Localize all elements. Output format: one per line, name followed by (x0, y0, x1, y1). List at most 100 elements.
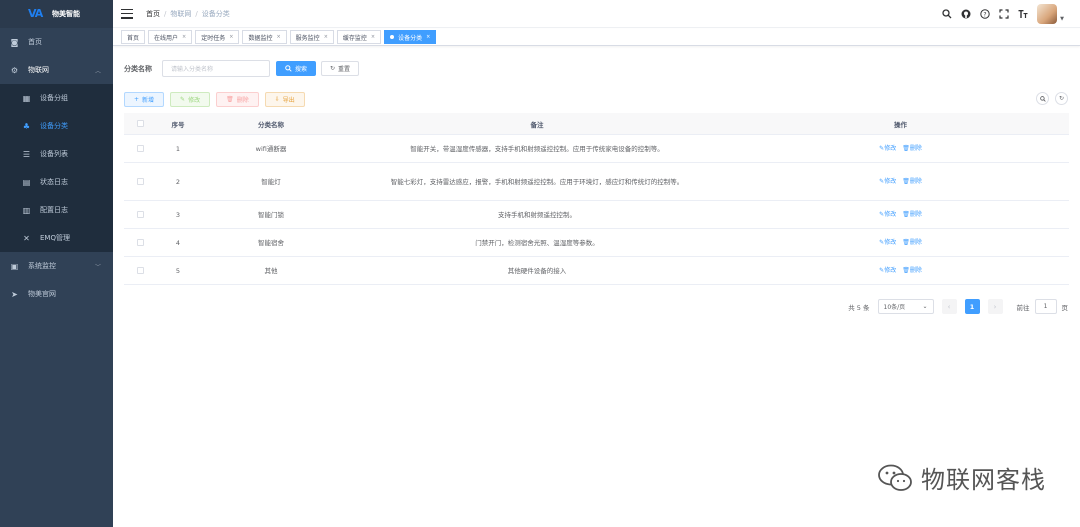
row-edit-label: 修改 (884, 210, 897, 218)
sidebar-item-emq[interactable]: ✕ EMQ管理 (0, 224, 113, 252)
sidebar-item-label: 配置日志 (40, 206, 68, 214)
search-form: 分类名称 请输入分类名称 搜索 ↻ 重置 (124, 60, 360, 77)
tag-service-monitor[interactable]: 服务监控 × (289, 30, 334, 44)
next-page-button[interactable]: › (987, 299, 1003, 314)
tag-cache-monitor[interactable]: 缓存监控 × (336, 30, 382, 44)
table-row: 2 智能灯 智能七彩灯，支持雷达感应，报警，手机和射频遥控控制。应用于环境灯，感… (124, 163, 1069, 201)
row-checkbox-cell (124, 145, 156, 152)
row-checkbox[interactable] (136, 178, 144, 185)
hamburger-menu-icon[interactable] (121, 8, 133, 19)
sidebar-item-label: 系统监控 (28, 262, 56, 270)
row-delete-button[interactable]: 🗑删除 (902, 176, 922, 188)
refresh-button[interactable]: ↻ (1055, 92, 1068, 105)
select-all-checkbox[interactable] (136, 120, 144, 127)
search-icon (285, 65, 292, 72)
page-jump-suffix: 页 (1061, 303, 1069, 312)
page-jump-input[interactable]: 1 (1034, 299, 1057, 314)
breadcrumb-separator: / (195, 9, 198, 18)
main-content: 分类名称 请输入分类名称 搜索 ↻ 重置 + 新增 ✎ 修改 🗑 删除 ⇩ 导出 (113, 47, 1080, 527)
sidebar-item-config-log[interactable]: ▥ 配置日志 (0, 196, 113, 224)
page-number-current[interactable]: 1 (964, 299, 980, 314)
dashboard-icon: ◙ (10, 37, 19, 47)
close-icon[interactable]: × (229, 34, 233, 40)
row-delete-button[interactable]: 🗑删除 (902, 143, 922, 155)
row-edit-button[interactable]: ✎修改 (879, 143, 896, 155)
cell-no: 5 (175, 266, 181, 275)
close-icon[interactable]: × (276, 34, 280, 40)
cell-ops: ✎修改 🗑删除 (732, 176, 1069, 188)
logo[interactable]: VA 物美智能 (0, 0, 113, 28)
close-icon[interactable]: × (371, 34, 375, 40)
search-icon[interactable] (942, 9, 952, 19)
cell-ops: ✎修改 🗑删除 (732, 143, 1069, 155)
row-checkbox-cell (124, 211, 156, 218)
select-all-checkbox-cell (124, 120, 156, 127)
row-delete-button[interactable]: 🗑删除 (902, 209, 922, 221)
close-icon[interactable]: × (426, 34, 430, 40)
search-icon (1039, 95, 1046, 102)
edit-button[interactable]: ✎ 修改 (170, 92, 211, 107)
sidebar-item-iot[interactable]: ⚙ 物联网 ︿ (0, 56, 113, 84)
sidebar-item-device-category[interactable]: ♣ 设备分类 (0, 112, 113, 140)
navbar-tools: ? ▼ (942, 0, 1064, 28)
fullscreen-icon[interactable] (999, 9, 1009, 19)
row-checkbox[interactable] (136, 267, 144, 274)
sidebar-item-device-list[interactable]: ☰ 设备列表 (0, 140, 113, 168)
add-button[interactable]: + 新增 (124, 92, 165, 107)
help-icon[interactable]: ? (980, 9, 990, 19)
wechat-logo-icon (878, 464, 912, 491)
delete-button-label: 删除 (236, 97, 249, 104)
tag-data-monitor[interactable]: 数据监控 × (242, 30, 287, 44)
cell-ops: ✎修改 🗑删除 (732, 265, 1069, 277)
row-checkbox[interactable] (136, 239, 144, 246)
tag-online-users[interactable]: 在线用户 × (148, 30, 193, 44)
tag-label: 在线用户 (154, 34, 179, 42)
page-size-select[interactable]: 10条/页 ⌄ (877, 299, 934, 314)
close-icon[interactable]: × (324, 34, 328, 40)
sidebar-item-monitor[interactable]: ▣ 系统监控 ﹀ (0, 252, 113, 280)
toggle-search-button[interactable] (1036, 92, 1049, 105)
sidebar-item-label: 设备分类 (40, 122, 68, 130)
export-button[interactable]: ⇩ 导出 (264, 92, 305, 107)
font-size-icon[interactable] (1018, 9, 1028, 19)
tag-home[interactable]: 首页 (121, 30, 146, 44)
avatar[interactable] (1037, 4, 1058, 24)
prev-page-button[interactable]: ‹ (941, 299, 957, 314)
sidebar-item-website[interactable]: ➤ 物美官网 (0, 280, 113, 308)
pagination: 共 5 条 10条/页 ⌄ ‹ 1 › 前往 1 页 (848, 299, 1068, 314)
breadcrumb-item[interactable]: 首页 (146, 9, 160, 19)
page-jump: 前往 1 页 (1017, 299, 1069, 314)
table-row: 3 智能门锁 支持手机和射频遥控控制。 ✎修改 🗑删除 (124, 201, 1069, 229)
reset-button-label: 重置 (338, 66, 351, 73)
chevron-up-icon: ︿ (94, 67, 101, 75)
close-icon[interactable]: × (182, 34, 186, 40)
sidebar-item-home[interactable]: ◙ 首页 (0, 28, 113, 56)
log-icon: ▤ (22, 177, 31, 187)
caret-down-icon[interactable]: ▼ (1060, 16, 1064, 22)
row-checkbox[interactable] (136, 211, 144, 218)
row-edit-button[interactable]: ✎修改 (879, 209, 896, 221)
edit-icon: ✎ (180, 96, 186, 103)
row-edit-label: 修改 (884, 266, 897, 274)
tag-label: 数据监控 (248, 34, 273, 42)
row-delete-button[interactable]: 🗑删除 (902, 265, 922, 277)
tag-scheduled-tasks[interactable]: 定时任务 × (195, 30, 240, 44)
delete-button[interactable]: 🗑 删除 (216, 92, 259, 107)
sidebar-item-status-log[interactable]: ▤ 状态日志 (0, 168, 113, 196)
github-icon[interactable] (961, 9, 971, 19)
row-edit-button[interactable]: ✎修改 (879, 237, 896, 249)
row-edit-button[interactable]: ✎修改 (879, 265, 896, 277)
row-edit-label: 修改 (884, 144, 897, 152)
search-button[interactable]: 搜索 (276, 61, 317, 76)
reset-button[interactable]: ↻ 重置 (321, 61, 360, 76)
row-edit-button[interactable]: ✎修改 (879, 176, 896, 188)
sidebar-item-device-group[interactable]: ▦ 设备分组 (0, 84, 113, 112)
watermark-text: 物联网客栈 (921, 466, 1046, 494)
row-delete-button[interactable]: 🗑删除 (902, 237, 922, 249)
search-input[interactable]: 请输入分类名称 (162, 60, 270, 77)
row-checkbox[interactable] (136, 145, 144, 152)
row-checkbox-cell (124, 239, 156, 246)
tag-device-category[interactable]: 设备分类 × (384, 30, 437, 44)
cell-no: 3 (175, 210, 181, 219)
cell-name: wifi通断器 (255, 144, 287, 153)
